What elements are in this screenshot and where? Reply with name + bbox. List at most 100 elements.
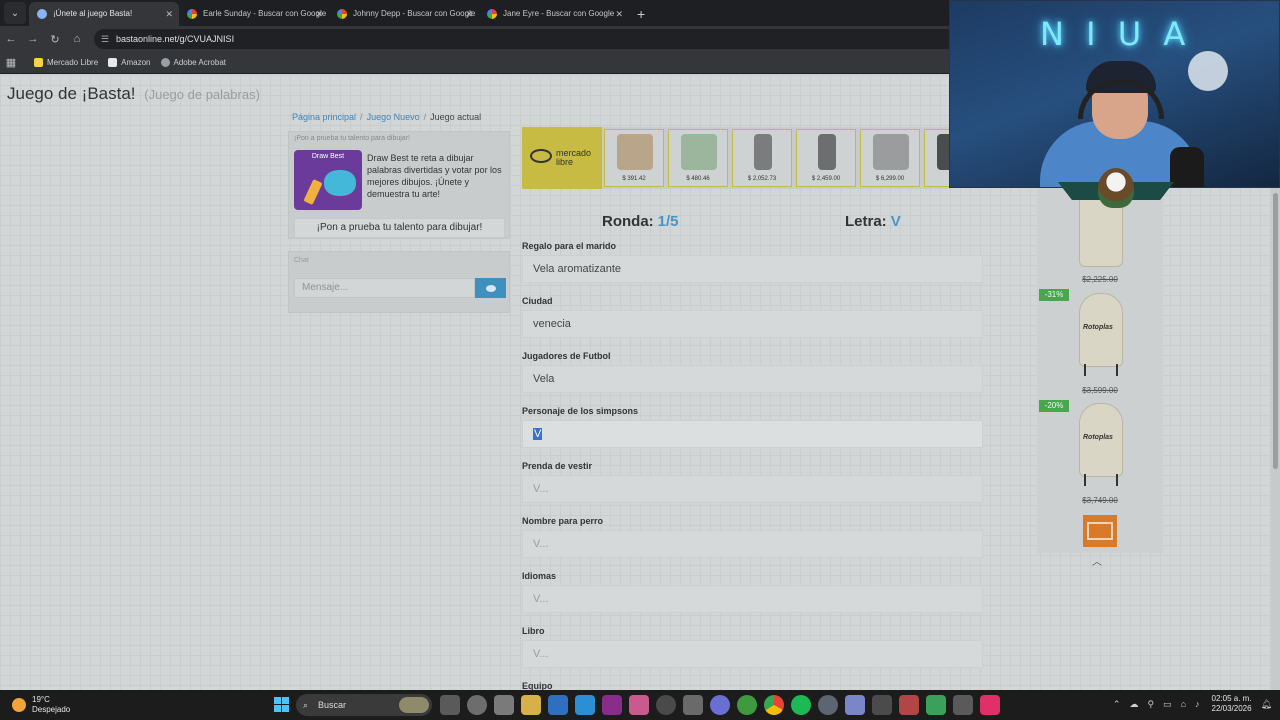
clock-date: 22/03/2026 [1211, 704, 1252, 713]
steam-icon[interactable] [818, 695, 838, 715]
ad-price: $2,225.00 [1082, 275, 1118, 284]
field-input-simpsons-character[interactable]: V [522, 420, 983, 448]
url-bar[interactable]: ☰ bastaonline.net/g/CVUAJNISI [94, 29, 974, 49]
reload-icon[interactable]: ↻ [44, 33, 66, 46]
monitor-icon[interactable]: ▭ [1163, 699, 1172, 710]
chrome-icon[interactable] [764, 695, 784, 715]
weather-sun-icon [12, 698, 26, 712]
next-app-icon[interactable] [602, 695, 622, 715]
globe-icon [160, 58, 170, 67]
field-input-book[interactable]: V... [522, 640, 983, 668]
app-icon[interactable] [845, 695, 865, 715]
weather-condition: Despejado [32, 705, 71, 714]
close-tab-icon[interactable]: ✕ [315, 2, 323, 26]
home-icon[interactable]: ⌂ [66, 33, 88, 45]
bookmark-adobe-acrobat[interactable]: Adobe Acrobat [160, 58, 226, 67]
store-icon[interactable] [494, 695, 514, 715]
close-tab-icon[interactable]: ✕ [465, 2, 473, 26]
eagle-emblem [1058, 168, 1174, 216]
letter-indicator: Letra: V [845, 213, 901, 230]
breadcrumb-separator: / [360, 112, 363, 122]
gallery-icon[interactable] [629, 695, 649, 715]
bookmark-label: Amazon [121, 58, 151, 67]
breadcrumb-home-link[interactable]: Página principal [292, 112, 356, 122]
tank-leg [1116, 474, 1118, 486]
forward-icon[interactable]: → [22, 33, 44, 45]
back-icon[interactable]: ← [0, 33, 22, 45]
file-explorer-icon[interactable] [521, 695, 541, 715]
field-label-dog-name: Nombre para perro [522, 516, 604, 526]
ad-price: $3,749.00 [1082, 496, 1118, 505]
bookmark-mercado-libre[interactable]: Mercado Libre [34, 58, 98, 67]
apps-grid-icon[interactable]: ▦ [0, 56, 22, 69]
site-info-icon[interactable]: ☰ [101, 29, 109, 49]
water-tank-image: Rotoplas [1079, 403, 1123, 486]
mercado-libre-ad-strip[interactable]: mercado libre $ 391.42 $ 480.46 $ 2,052.… [522, 127, 950, 189]
ad-product[interactable]: $ [924, 129, 950, 187]
site-title-text: Juego de ¡Basta! [7, 84, 136, 103]
new-tab-button[interactable]: + [629, 2, 653, 26]
close-tab-icon[interactable]: ✕ [165, 2, 173, 26]
tab-earle-sunday[interactable]: Earle Sunday - Buscar con Google ✕ [179, 2, 329, 26]
bookmark-label: Adobe Acrobat [173, 58, 226, 67]
field-input-city[interactable]: venecia [522, 310, 983, 338]
ad-price: $ 2,052.73 [747, 176, 777, 182]
tf-app-icon[interactable] [899, 695, 919, 715]
notes-icon[interactable] [575, 695, 595, 715]
chevron-up-icon[interactable]: ︿ [1092, 553, 1102, 568]
cloud-icon[interactable]: ☁ [1129, 699, 1138, 710]
field-input-clothing[interactable]: V... [522, 475, 983, 503]
tab-basta[interactable]: ¡Únete al juego Basta! ✕ [29, 2, 179, 26]
tank-leg [1084, 474, 1086, 486]
network-icon[interactable]: ⌂ [1181, 699, 1186, 709]
chat-panel: Chat Mensaje... [288, 251, 510, 313]
field-input-dog-name[interactable]: V... [522, 530, 983, 558]
tiktok-icon[interactable] [980, 695, 1000, 715]
paint-splash-icon [324, 170, 356, 196]
chevron-up-icon[interactable]: ⌃ [1113, 699, 1121, 710]
draw-best-image[interactable]: Draw Best [294, 150, 362, 210]
app-icon[interactable] [926, 695, 946, 715]
app-icon[interactable] [953, 695, 973, 715]
ad-product[interactable]: $ 2,459.00 [796, 129, 856, 187]
task-view-icon[interactable] [440, 695, 460, 715]
equalizer-icon[interactable] [872, 695, 892, 715]
tab-search-menu-button[interactable]: ⌄ [4, 2, 26, 24]
field-input-languages[interactable]: V... [522, 585, 983, 613]
chat-send-button[interactable] [475, 278, 506, 298]
discord-icon[interactable] [710, 695, 730, 715]
ad-product[interactable]: $ 480.46 [668, 129, 728, 187]
chat-label: Chat [294, 257, 309, 264]
system-tray: ⌃ ☁ ⚲ ▭ ⌂ ♪ 02:05 a. m. 22/03/2026 🔔︎ [1104, 694, 1272, 714]
volume-icon[interactable]: ♪ [1195, 699, 1200, 709]
ad-price: $ [925, 176, 950, 182]
taskbar-search[interactable]: ⌕ Buscar [296, 694, 432, 716]
ad-product[interactable]: $ 6,299.00 [860, 129, 920, 187]
chat-message-input[interactable]: Mensaje... [294, 278, 475, 298]
windows-start-icon[interactable] [274, 697, 289, 712]
field-input-gift[interactable]: Vela aromatizante [522, 255, 983, 283]
settings-icon[interactable] [467, 695, 487, 715]
notification-bell-icon[interactable]: 🔔︎ [1261, 699, 1272, 710]
spotify-icon[interactable] [791, 695, 811, 715]
tab-johnny-depp[interactable]: Johnny Depp - Buscar con Google ✕ [329, 2, 479, 26]
system-clock[interactable]: 02:05 a. m. 22/03/2026 [1212, 694, 1252, 714]
windows-taskbar: 19°C Despejado ⌕ Buscar ⌃ ☁ ⚲ ▭ ⌂ ♪ 02:0… [0, 690, 1280, 720]
field-input-football-players[interactable]: Vela [522, 365, 983, 393]
weather-widget[interactable]: 19°C Despejado [12, 695, 70, 715]
outlook-icon[interactable] [548, 695, 568, 715]
xbox-icon[interactable] [737, 695, 757, 715]
promo-draw-button[interactable]: ¡Pon a prueba tu talento para dibujar! [294, 218, 505, 238]
bluetooth-icon[interactable]: ⚲ [1147, 699, 1154, 710]
ad-product[interactable]: $ 2,052.73 [732, 129, 792, 187]
ad-price: $ 480.46 [686, 176, 710, 182]
obs-icon[interactable] [656, 695, 676, 715]
side-product-ad[interactable]: $2,225.00 -31% Rotoplas $3,599.00 -20% R… [1037, 185, 1163, 553]
tab-jane-eyre[interactable]: Jane Eyre - Buscar con Google ✕ [479, 2, 629, 26]
scrollbar-thumb[interactable] [1273, 193, 1278, 469]
bookmark-amazon[interactable]: Amazon [108, 58, 151, 67]
calculator-icon[interactable] [683, 695, 703, 715]
breadcrumb-new-game-link[interactable]: Juego Nuevo [367, 112, 420, 122]
close-tab-icon[interactable]: ✕ [615, 2, 623, 26]
ad-product[interactable]: $ 391.42 [604, 129, 664, 187]
